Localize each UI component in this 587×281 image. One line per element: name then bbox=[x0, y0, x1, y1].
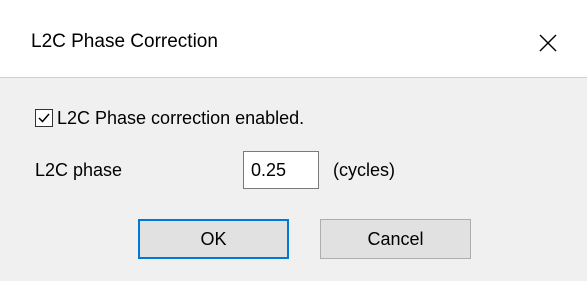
dialog-body: L2C Phase correction enabled. L2C phase … bbox=[0, 78, 587, 281]
cancel-button[interactable]: Cancel bbox=[320, 219, 471, 259]
ok-button-label: OK bbox=[200, 228, 227, 249]
l2c-phase-label: L2C phase bbox=[35, 160, 123, 180]
phase-correction-checkbox-row[interactable]: L2C Phase correction enabled. bbox=[35, 107, 304, 129]
title-bar: L2C Phase Correction bbox=[0, 0, 587, 78]
phase-correction-checkbox[interactable] bbox=[35, 109, 53, 127]
ok-button[interactable]: OK bbox=[138, 219, 289, 259]
l2c-phase-input[interactable] bbox=[243, 151, 319, 189]
dialog-window: L2C Phase Correction L2C Phase correctio… bbox=[0, 0, 587, 281]
phase-units-label: (cycles) bbox=[333, 160, 395, 180]
checkmark-icon bbox=[38, 113, 50, 123]
phase-correction-checkbox-label[interactable]: L2C Phase correction enabled. bbox=[57, 107, 304, 129]
cancel-button-label: Cancel bbox=[367, 228, 424, 249]
close-button[interactable] bbox=[530, 26, 566, 62]
dialog-title: L2C Phase Correction bbox=[31, 31, 218, 52]
close-icon bbox=[539, 34, 557, 52]
